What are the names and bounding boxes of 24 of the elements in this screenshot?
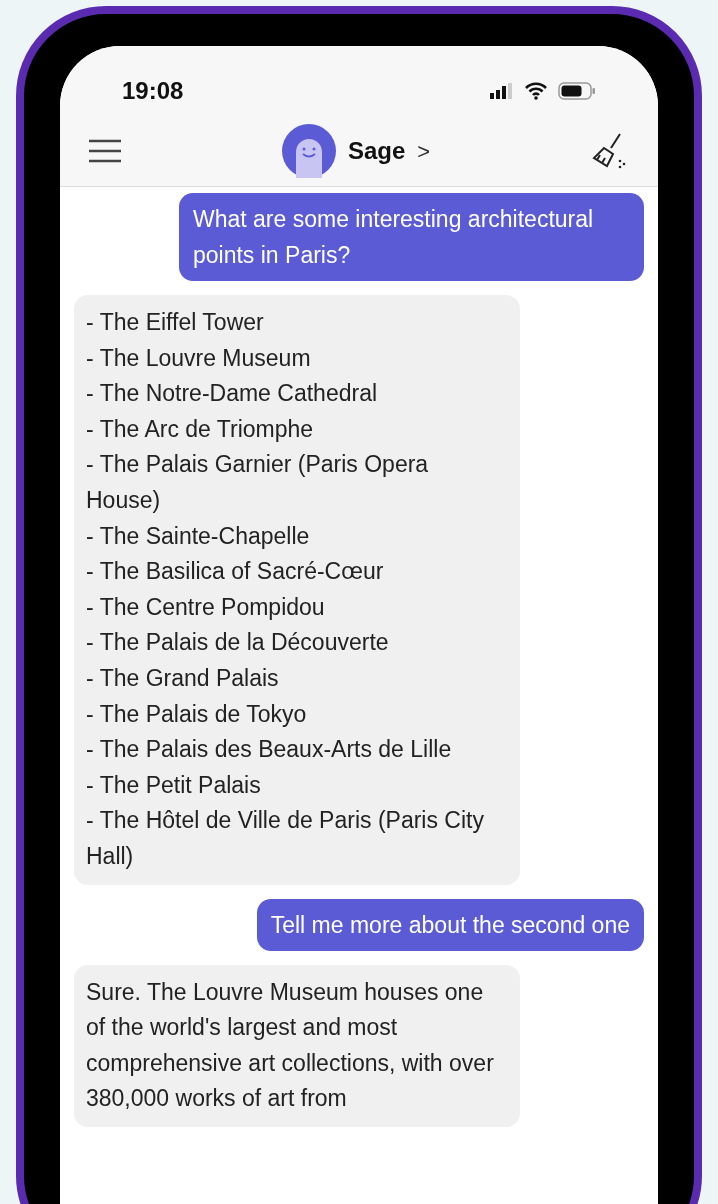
list-item: - The Centre Pompidou	[86, 592, 326, 622]
list-item: - The Palais Garnier (Paris Opera House)	[86, 450, 430, 515]
list-item: - The Notre-Dame Cathedral	[86, 379, 379, 409]
list-item: - The Basilica of Sacré-Cœur	[86, 557, 385, 587]
list-item: - The Grand Palais	[86, 663, 280, 693]
list-item: - The Hôtel de Ville de Paris (Paris City Hall)	[86, 806, 485, 871]
list-item: - The Eiffel Tower	[86, 308, 265, 337]
list-item: - The Palais de la Découverte	[86, 628, 390, 658]
list-item: - The Palais des Beaux-Arts de Lille	[86, 735, 453, 765]
list-item: - The Arc de Triomphe	[86, 414, 315, 444]
user-message-bubble: What are some interesting architectural points in Paris?	[179, 193, 644, 281]
wifi-icon	[524, 82, 548, 100]
bot-profile-button[interactable]: Sage >	[281, 124, 431, 178]
status-time: 19:08	[122, 76, 184, 106]
list-item: - The Palais de Tokyo	[86, 699, 308, 729]
bot-message-bubble: Sure. The Louvre Museum houses one of the world's largest and most comprehensive art collections, with over 380,000 works of art from	[74, 964, 520, 1127]
list-item: - The Petit Palais	[86, 770, 262, 800]
menu-icon[interactable]	[88, 139, 122, 163]
user-message-bubble: Tell me more about the second one	[256, 898, 644, 951]
list-item: - The Sainte-Chapelle	[86, 521, 311, 551]
signal-icon	[490, 83, 514, 99]
bot-avatar-icon	[281, 124, 336, 178]
battery-icon	[558, 82, 596, 100]
list-item: - The Louvre Museum	[86, 343, 312, 373]
